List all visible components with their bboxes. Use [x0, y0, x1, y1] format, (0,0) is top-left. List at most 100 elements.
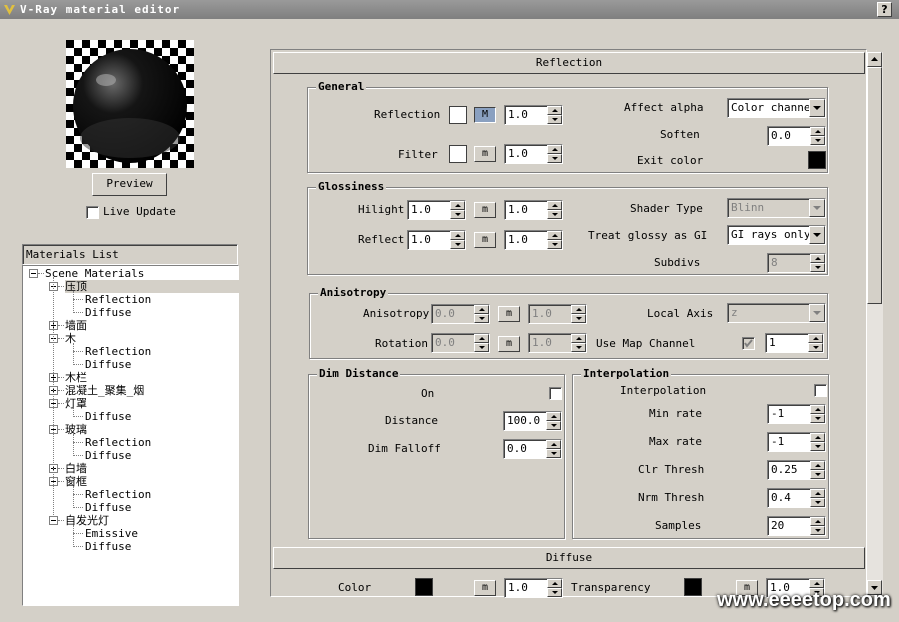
collapse-icon[interactable]	[49, 516, 58, 525]
dim-falloff-spinner[interactable]: 0.0	[503, 439, 562, 459]
texmap-node[interactable]: Reflection	[85, 345, 151, 358]
tree-connector	[53, 277, 54, 517]
anisotropy-map-button[interactable]: m	[498, 306, 520, 322]
tree-connector	[73, 507, 83, 508]
dim-on-label: On	[421, 387, 435, 400]
nrm-thresh-spinner[interactable]: 0.4	[767, 488, 826, 508]
anisotropy-spinner[interactable]: 0.0	[431, 304, 490, 324]
material-node[interactable]: 混凝土_聚集_烟	[65, 384, 144, 397]
tree-connector	[58, 377, 64, 378]
affect-alpha-select[interactable]: Color channel	[727, 98, 826, 118]
material-node[interactable]: 木栏	[65, 371, 87, 384]
map-channel-spinner[interactable]: 1	[765, 333, 824, 353]
shader-type-select[interactable]: Blinn	[727, 198, 826, 218]
use-map-channel-checkbox[interactable]	[742, 337, 755, 350]
help-button[interactable]: ?	[877, 2, 892, 17]
dim-on-checkbox[interactable]	[549, 387, 562, 400]
texmap-node[interactable]: Diffuse	[85, 306, 131, 319]
collapse-icon[interactable]	[29, 269, 38, 278]
diffuse-rollout-header[interactable]: Diffuse	[273, 547, 865, 569]
rotation-amount-spinner[interactable]: 1.0	[528, 333, 587, 353]
reflection-amount-spinner[interactable]: 1.0	[504, 105, 563, 125]
tree-connector	[38, 273, 44, 274]
filter-amount-spinner[interactable]: 1.0	[504, 144, 563, 164]
texmap-node[interactable]: Reflection	[85, 293, 151, 306]
texmap-node[interactable]: Reflection	[85, 488, 151, 501]
glossiness-title: Glossiness	[316, 180, 387, 194]
reflection-color-swatch[interactable]	[449, 106, 467, 124]
samples-spinner[interactable]: 20	[767, 516, 826, 536]
treat-glossy-select[interactable]: GI rays only	[727, 225, 826, 245]
materials-tree[interactable]: Scene Materials 压顶 Reflection Diffuse 墙面木 Ref…	[22, 265, 239, 606]
checkmark-icon	[744, 339, 753, 348]
texmap-node[interactable]: Diffuse	[85, 410, 131, 423]
subdivs-spinner[interactable]: 8	[767, 253, 826, 273]
tree-connector	[73, 312, 83, 313]
hilight-map-button[interactable]: m	[474, 202, 496, 218]
reflect-map-button[interactable]: m	[474, 232, 496, 248]
hilight-amount-spinner[interactable]: 1.0	[504, 200, 563, 220]
tree-connector	[58, 429, 64, 430]
material-node[interactable]: 木	[65, 332, 76, 345]
texmap-node[interactable]: Diffuse	[85, 449, 131, 462]
local-axis-select[interactable]: z	[727, 303, 826, 323]
tree-connector	[73, 546, 83, 547]
anisotropy-amount-spinner[interactable]: 1.0	[528, 304, 587, 324]
min-rate-spinner[interactable]: -1	[767, 404, 826, 424]
exit-color-swatch[interactable]	[808, 151, 826, 169]
scroll-thumb[interactable]	[867, 67, 882, 304]
interpolation-group: Interpolation	[572, 367, 829, 539]
material-node[interactable]: 灯罩	[65, 397, 87, 410]
material-node[interactable]: 压顶	[65, 280, 239, 293]
dim-falloff-label: Dim Falloff	[368, 442, 441, 455]
tree-connector	[73, 434, 74, 456]
reflect-spinner[interactable]: 1.0	[407, 230, 466, 250]
material-node[interactable]: 自发光灯	[65, 514, 109, 527]
material-node[interactable]: 白墙	[65, 462, 87, 475]
diffuse-color-spinner[interactable]: 1.0	[504, 578, 563, 598]
subdivs-label: Subdivs	[654, 256, 701, 269]
texmap-node[interactable]: Diffuse	[85, 540, 131, 553]
texmap-node[interactable]: Emissive	[85, 527, 138, 540]
reflection-map-button[interactable]: M	[474, 107, 496, 123]
interpolation-checkbox[interactable]	[814, 384, 827, 397]
rotation-map-button[interactable]: m	[498, 336, 520, 352]
tree-connector	[73, 416, 83, 417]
vertical-scrollbar[interactable]	[867, 52, 883, 596]
interpolation-label: Interpolation	[620, 384, 707, 397]
rotation-spinner[interactable]: 0.0	[431, 333, 490, 353]
chevron-down-icon	[809, 199, 825, 217]
distance-spinner[interactable]: 100.0	[503, 411, 562, 431]
filter-map-button[interactable]: m	[474, 146, 496, 162]
material-node[interactable]: 墙面	[65, 319, 87, 332]
soften-label: Soften	[660, 128, 700, 141]
treat-glossy-label: Treat glossy as GI	[588, 229, 708, 242]
material-node[interactable]: 玻璃	[65, 423, 87, 436]
diffuse-color-map-button[interactable]: m	[474, 580, 496, 596]
diffuse-color-label: Color	[338, 581, 372, 594]
filter-color-swatch[interactable]	[449, 145, 467, 163]
arrow-up-icon	[871, 57, 878, 61]
exit-color-label: Exit color	[637, 154, 704, 167]
clr-thresh-spinner[interactable]: 0.25	[767, 460, 826, 480]
diffuse-color-swatch[interactable]	[415, 578, 433, 596]
min-rate-label: Min rate	[649, 407, 702, 420]
title-bar: V-Ray material editor ?	[0, 0, 899, 19]
tree-connector	[58, 390, 64, 391]
reflect-amount-spinner[interactable]: 1.0	[504, 230, 563, 250]
material-node[interactable]: 窗框	[65, 475, 87, 488]
live-update-checkbox[interactable]	[86, 206, 99, 219]
reflection-rollout-header[interactable]: Reflection	[273, 52, 865, 74]
texmap-node[interactable]: Diffuse	[85, 501, 131, 514]
texmap-node[interactable]: Reflection	[85, 436, 151, 449]
transparency-color-swatch[interactable]	[684, 578, 702, 596]
texmap-node[interactable]: Diffuse	[85, 358, 131, 371]
scroll-up-button[interactable]	[867, 52, 882, 67]
soften-spinner[interactable]: 0.0	[767, 126, 826, 146]
samples-label: Samples	[655, 519, 702, 532]
tree-root[interactable]: Scene Materials	[45, 267, 144, 280]
preview-button[interactable]: Preview	[92, 173, 167, 196]
tree-connector	[73, 364, 83, 365]
max-rate-spinner[interactable]: -1	[767, 432, 826, 452]
hilight-spinner[interactable]: 1.0	[407, 200, 466, 220]
